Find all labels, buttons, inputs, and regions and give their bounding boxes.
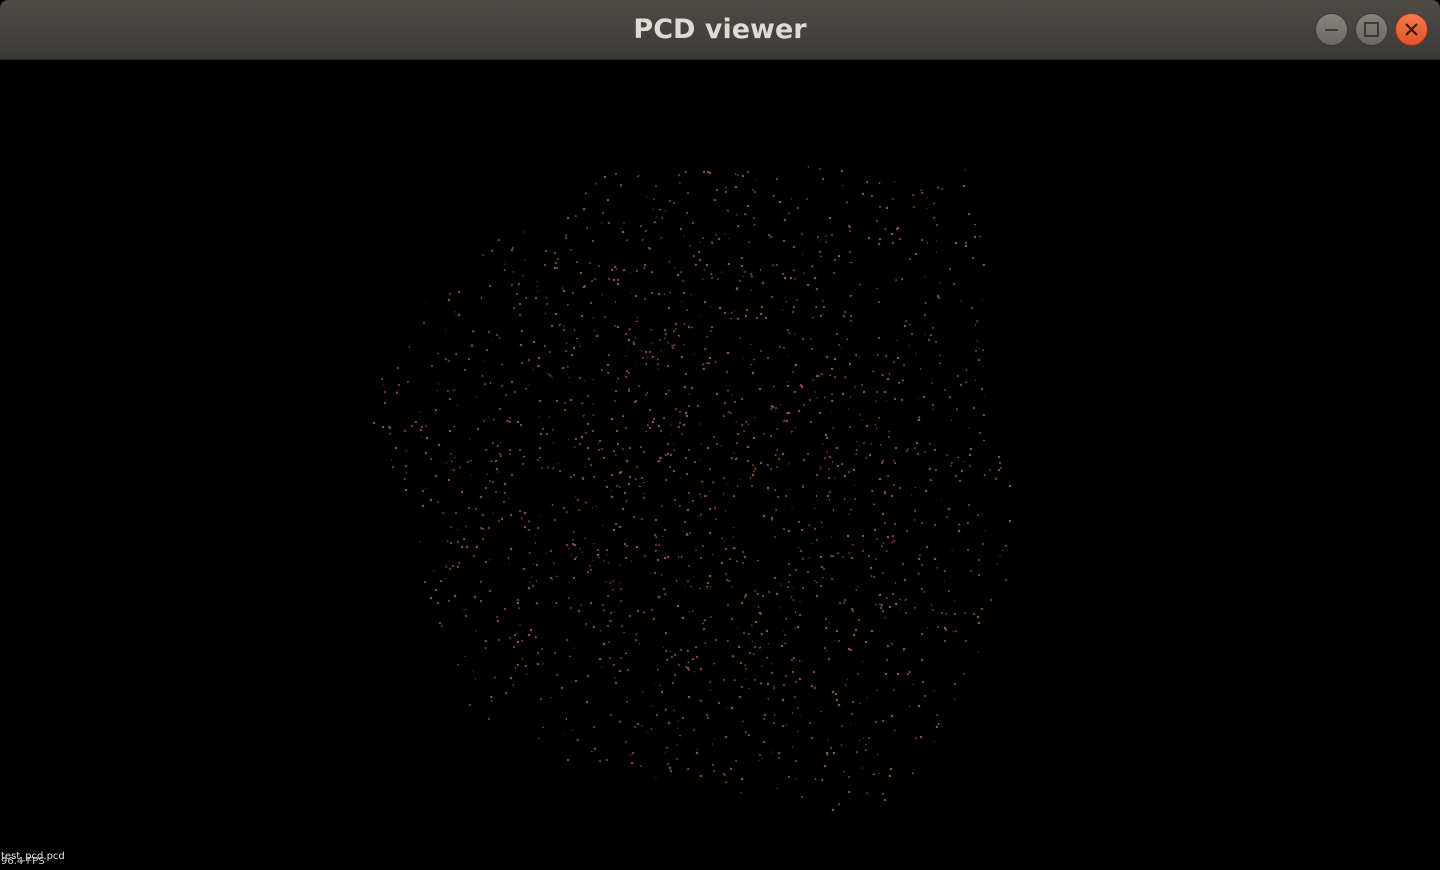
- title-bar[interactable]: PCD viewer: [0, 0, 1440, 60]
- pcd-viewer-window: PCD viewer test_pcd.pcd 96.4 FPS: [0, 0, 1440, 870]
- point-cloud-viewport[interactable]: test_pcd.pcd 96.4 FPS: [0, 60, 1440, 870]
- close-button[interactable]: [1395, 13, 1428, 46]
- window-title: PCD viewer: [633, 14, 807, 45]
- maximize-icon: [1364, 22, 1379, 37]
- point-cloud-canvas[interactable]: [0, 60, 1440, 870]
- minimize-button[interactable]: [1315, 13, 1348, 46]
- maximize-button[interactable]: [1355, 13, 1388, 46]
- fps-label: 96.4 FPS: [1, 856, 45, 867]
- minimize-icon: [1325, 29, 1338, 31]
- close-icon: [1405, 23, 1418, 36]
